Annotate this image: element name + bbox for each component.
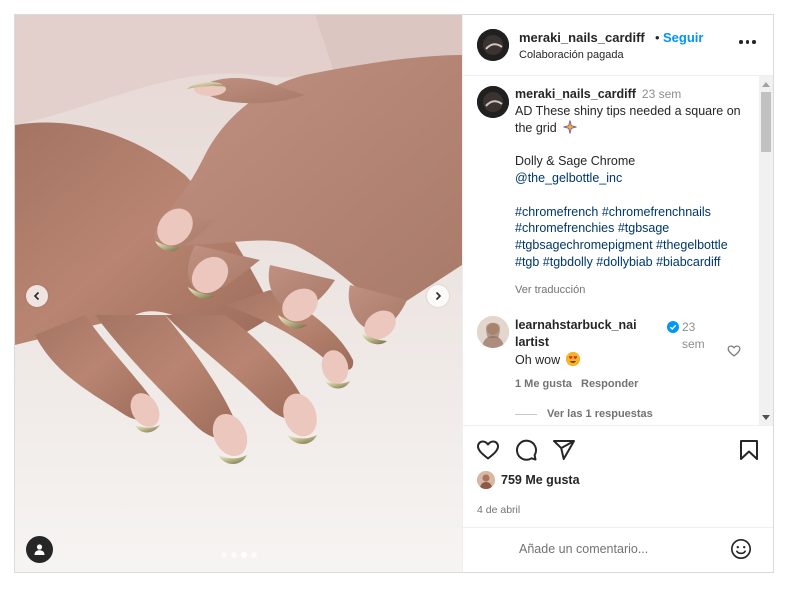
add-comment-bar bbox=[463, 527, 773, 572]
comment-text-content: Oh wow bbox=[515, 353, 561, 367]
post-date[interactable]: 4 de abril bbox=[477, 504, 520, 516]
avatar-image bbox=[477, 316, 509, 348]
carousel-next-button[interactable] bbox=[427, 285, 449, 307]
carousel-dot-active bbox=[241, 552, 247, 558]
comments-area[interactable]: meraki_nails_cardiff 23 sem AD These shin… bbox=[463, 76, 773, 425]
scroll-up-icon[interactable] bbox=[762, 82, 770, 87]
user-icon bbox=[34, 544, 45, 555]
scroll-down-icon[interactable] bbox=[762, 415, 770, 420]
avatar-image bbox=[477, 86, 509, 118]
comment-text: Oh wow bbox=[515, 352, 580, 367]
scrollbar-thumb[interactable] bbox=[761, 92, 771, 152]
heart-icon[interactable] bbox=[476, 438, 500, 462]
send-icon[interactable] bbox=[552, 438, 576, 462]
liker-avatar bbox=[477, 471, 495, 489]
view-replies-button[interactable]: Ver las 1 respuestas bbox=[547, 408, 653, 420]
commenter-username[interactable]: learnahstarbuck_nailartist bbox=[515, 317, 637, 350]
smiley-icon[interactable] bbox=[730, 538, 752, 560]
commenter-avatar[interactable] bbox=[477, 316, 509, 348]
see-translation-link[interactable]: Ver traducción bbox=[515, 284, 585, 296]
post-media bbox=[15, 15, 462, 572]
post-photo bbox=[15, 15, 462, 572]
avatar-image bbox=[477, 29, 509, 61]
comment-likes-count[interactable]: 1 Me gusta bbox=[515, 378, 572, 390]
caption-author-avatar[interactable] bbox=[477, 86, 509, 118]
post-actions: 759 Me gusta 4 de abril bbox=[463, 425, 773, 535]
follow-button[interactable]: Seguir bbox=[663, 30, 703, 45]
caption-line-2: Dolly & Sage Chrome bbox=[515, 154, 636, 169]
chevron-right-icon bbox=[435, 291, 442, 301]
carousel-prev-button[interactable] bbox=[26, 285, 48, 307]
tagged-users-button[interactable] bbox=[26, 536, 53, 563]
heart-eyes-emoji bbox=[565, 352, 580, 366]
header-separator: • bbox=[655, 30, 660, 45]
author-username[interactable]: meraki_nails_cardiff bbox=[519, 30, 645, 45]
author-avatar[interactable] bbox=[477, 29, 509, 61]
caption-line-1: AD These shiny tips needed a square on t… bbox=[515, 103, 741, 135]
reply-button[interactable]: Responder bbox=[581, 378, 638, 390]
paid-partnership-label[interactable]: Colaboración pagada bbox=[519, 49, 624, 61]
comments-scrollbar[interactable] bbox=[759, 76, 773, 425]
comment-like-icon[interactable] bbox=[727, 344, 741, 358]
likes-label: Me gusta bbox=[525, 473, 580, 487]
comment-input[interactable] bbox=[519, 539, 719, 559]
more-horizontal-icon bbox=[739, 40, 743, 44]
post-dialog: meraki_nails_cardiff • Seguir Colaboraci… bbox=[14, 14, 774, 573]
comment-time[interactable]: 23 sem bbox=[682, 319, 708, 352]
sparkles-emoji bbox=[563, 119, 577, 134]
verified-badge-icon bbox=[667, 321, 679, 333]
carousel-dot bbox=[251, 552, 257, 558]
comment-icon[interactable] bbox=[514, 438, 538, 462]
replies-divider bbox=[515, 414, 537, 415]
carousel-dot bbox=[221, 552, 227, 558]
carousel-indicator bbox=[221, 552, 257, 558]
more-options-button[interactable] bbox=[739, 35, 759, 49]
caption-username[interactable]: meraki_nails_cardiff bbox=[515, 87, 636, 101]
caption-mention-link[interactable]: @the_gelbottle_inc bbox=[515, 170, 751, 187]
bookmark-icon[interactable] bbox=[737, 438, 761, 462]
post-panel: meraki_nails_cardiff • Seguir Colaboraci… bbox=[462, 15, 773, 572]
caption-time[interactable]: 23 sem bbox=[642, 87, 681, 101]
chevron-left-icon bbox=[33, 291, 40, 301]
post-header: meraki_nails_cardiff • Seguir Colaboraci… bbox=[463, 15, 773, 76]
likes-count[interactable]: 759 Me gusta bbox=[501, 473, 580, 487]
likes-number: 759 bbox=[501, 473, 522, 487]
caption-hashtags[interactable]: #chromefrench #chromefrenchnails #chrome… bbox=[515, 204, 751, 271]
carousel-dot bbox=[231, 552, 237, 558]
caption-text: meraki_nails_cardiff 23 sem AD These shin… bbox=[515, 86, 751, 271]
